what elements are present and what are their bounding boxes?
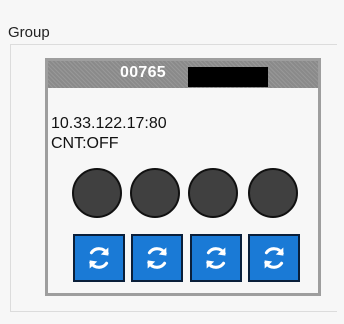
device-header: 00765 — [48, 61, 318, 88]
refresh-button-4[interactable] — [248, 234, 300, 282]
status-indicator-1 — [72, 168, 122, 218]
redaction-block — [188, 67, 268, 87]
device-counter-status: CNT:OFF — [51, 135, 119, 152]
group-panel: Group 00765 10.33.122.17:80 CNT:OFF — [0, 0, 344, 324]
status-indicator-4 — [248, 168, 298, 218]
refresh-button-2[interactable] — [131, 234, 183, 282]
refresh-icon — [89, 247, 109, 269]
status-indicator-2 — [130, 168, 180, 218]
device-id: 00765 — [120, 64, 166, 81]
refresh-icon — [264, 247, 284, 269]
group-title: Group — [8, 24, 52, 41]
refresh-button-3[interactable] — [190, 234, 242, 282]
status-indicator-3 — [188, 168, 238, 218]
device-address: 10.33.122.17:80 — [51, 115, 167, 132]
refresh-icon — [147, 247, 167, 269]
refresh-icon — [206, 247, 226, 269]
device-card[interactable]: 00765 10.33.122.17:80 CNT:OFF — [45, 58, 321, 296]
refresh-button-1[interactable] — [73, 234, 125, 282]
